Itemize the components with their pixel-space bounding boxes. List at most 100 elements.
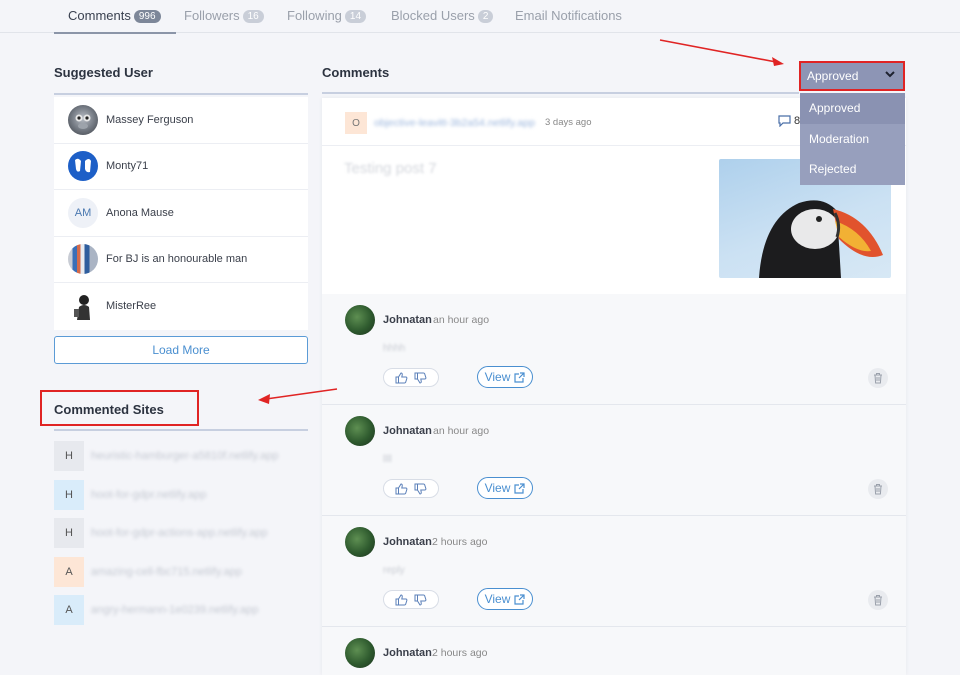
thumbs-up-icon[interactable]: [395, 482, 408, 495]
avatar: [68, 104, 98, 135]
comments-title: Comments: [322, 65, 390, 80]
tab-following[interactable]: Following 14: [287, 8, 367, 33]
suggested-user-title: Suggested User: [54, 65, 153, 80]
tab-count-badge: 996: [133, 10, 161, 23]
tab-label: Blocked Users: [391, 8, 475, 23]
comment-item: Johnatan an hour ago hhhh View: [322, 294, 906, 405]
site-letter-badge: A: [54, 595, 84, 626]
site-letter-badge: A: [54, 556, 84, 587]
avatar: [68, 151, 98, 182]
tab-count-badge: 14: [344, 10, 367, 23]
external-link-icon: [514, 482, 525, 494]
post-title[interactable]: Testing post 7: [344, 160, 437, 177]
view-button[interactable]: View: [477, 366, 533, 388]
comment-time: 2 hours ago: [432, 536, 488, 548]
tab-label: Following: [287, 8, 342, 23]
external-link-icon: [514, 593, 525, 605]
post-time: 3 days ago: [545, 117, 592, 128]
view-label: View: [484, 481, 511, 495]
user-item[interactable]: MisterRee: [54, 283, 308, 330]
site-url: hoot-for-gdpr.netlify.app: [91, 488, 207, 501]
tab-label: Email Notifications: [515, 8, 622, 23]
thumbs-down-icon[interactable]: [414, 372, 427, 384]
comment-item: Johnatan an hour ago llll View: [322, 405, 906, 516]
view-label: View: [484, 592, 511, 606]
site-item[interactable]: H hoot-for-gdpr.netlify.app: [54, 476, 308, 515]
site-item[interactable]: A amazing-cell-fbc715.netlify.app: [54, 553, 308, 592]
status-option-moderation[interactable]: Moderation: [800, 124, 905, 155]
thumbs-down-icon[interactable]: [414, 483, 427, 495]
comment-item: Johnatan 2 hours ago: [322, 627, 906, 675]
user-item[interactable]: Monty71: [54, 144, 308, 190]
suggested-user-list: Massey Ferguson Monty71 AM Anona Mause F…: [54, 97, 308, 330]
avatar: AM: [68, 197, 98, 228]
site-url: amazing-cell-fbc715.netlify.app: [91, 565, 242, 578]
thumbs-down-icon[interactable]: [414, 594, 427, 606]
view-label: View: [484, 370, 511, 384]
comment-text: llll: [383, 454, 392, 465]
comment-author[interactable]: Johnatan: [383, 314, 432, 326]
tab-blocked-users[interactable]: Blocked Users 2: [391, 8, 494, 33]
tab-email-notifications[interactable]: Email Notifications: [515, 8, 622, 33]
site-url: heuristic-hamburger-a5810f.netlify.app: [91, 450, 279, 463]
load-more-button[interactable]: Load More: [54, 336, 308, 364]
status-option-approved[interactable]: Approved: [800, 93, 905, 124]
tab-label: Followers: [184, 8, 240, 23]
comment-time: an hour ago: [433, 314, 490, 326]
user-name: Massey Ferguson: [106, 113, 194, 126]
comment-author[interactable]: Johnatan: [383, 536, 432, 548]
title-divider: [54, 429, 308, 431]
avatar: [68, 244, 98, 275]
tab-followers[interactable]: Followers 16: [184, 8, 264, 33]
tab-comments[interactable]: Comments 996: [54, 8, 176, 34]
comment-text: reply: [383, 565, 405, 576]
title-divider: [54, 93, 308, 95]
comment-text: hhhh: [383, 343, 406, 354]
user-item[interactable]: For BJ is an honourable man: [54, 237, 308, 283]
tab-label: Comments: [68, 8, 131, 23]
comment-time: 2 hours ago: [432, 647, 488, 659]
trash-icon[interactable]: [868, 479, 888, 499]
avatar: [345, 638, 375, 668]
site-url: hoot-for-gdpr-actions-app.netlify.app: [91, 527, 268, 540]
thumbs-up-icon[interactable]: [395, 371, 408, 384]
commented-site-list: H heuristic-hamburger-a5810f.netlify.app…: [54, 437, 308, 630]
commented-sites-title: Commented Sites: [54, 402, 164, 417]
user-name: Monty71: [106, 160, 149, 173]
vote-buttons: [383, 590, 439, 609]
comments-panel: O objective-leavitt-3b2a54.netlify.app 3…: [322, 98, 906, 675]
comment-author[interactable]: Johnatan: [383, 647, 432, 659]
site-letter-badge: H: [54, 518, 84, 549]
trash-icon[interactable]: [868, 590, 888, 610]
view-button[interactable]: View: [477, 477, 533, 499]
user-item[interactable]: Massey Ferguson: [54, 97, 308, 144]
site-item[interactable]: A angry-hermann-1e0239.netlify.app: [54, 591, 308, 630]
post-site-link[interactable]: objective-leavitt-3b2a54.netlify.app: [374, 117, 535, 129]
thumbs-up-icon[interactable]: [395, 593, 408, 606]
site-letter-badge: H: [54, 479, 84, 510]
comment-author[interactable]: Johnatan: [383, 425, 432, 437]
avatar: [345, 416, 375, 446]
external-link-icon: [514, 371, 525, 383]
title-divider: [322, 92, 799, 94]
site-item[interactable]: H hoot-for-gdpr-actions-app.netlify.app: [54, 514, 308, 553]
site-item[interactable]: H heuristic-hamburger-a5810f.netlify.app: [54, 437, 308, 476]
avatar: [68, 291, 98, 322]
tab-count-badge: 2: [477, 10, 494, 23]
user-name: MisterRee: [106, 300, 157, 313]
site-letter-badge: H: [54, 441, 84, 472]
comment-count: 8: [778, 115, 800, 127]
status-option-rejected[interactable]: Rejected: [800, 154, 905, 185]
comment-item: Johnatan 2 hours ago reply View: [322, 516, 906, 627]
user-name: Anona Mause: [106, 206, 174, 219]
trash-icon[interactable]: [868, 368, 888, 388]
profile-page: Comments 996 Followers 16 Following 14 Bloc…: [0, 0, 960, 675]
annotation-highlight-box: [799, 61, 905, 91]
user-name: For BJ is an honourable man: [106, 253, 248, 266]
tab-bar: Comments 996 Followers 16 Following 14 Bloc…: [0, 0, 960, 34]
avatar: [345, 305, 375, 335]
tab-count-badge: 16: [242, 10, 264, 23]
view-button[interactable]: View: [477, 588, 533, 610]
vote-buttons: [383, 479, 439, 498]
user-item[interactable]: AM Anona Mause: [54, 190, 308, 237]
